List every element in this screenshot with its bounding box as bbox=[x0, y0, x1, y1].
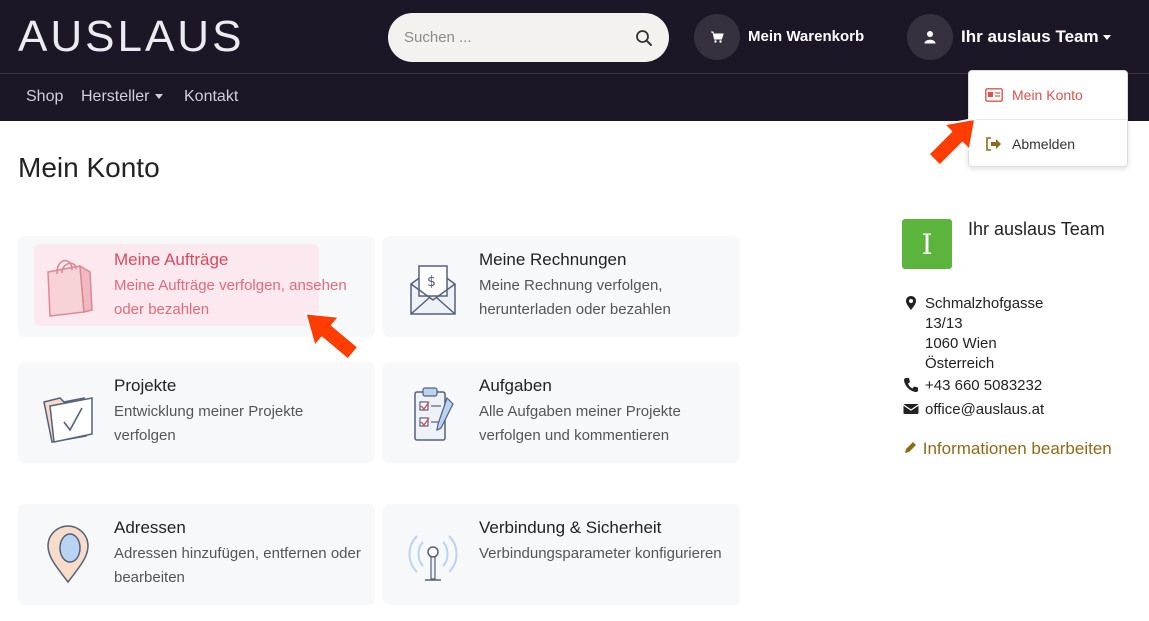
edit-info-label: Informationen bearbeiten bbox=[922, 439, 1112, 458]
envelope-icon bbox=[903, 404, 919, 414]
id-card-icon bbox=[985, 88, 1003, 102]
card-title: Verbindung & Sicherheit bbox=[479, 518, 662, 537]
user-menu-label: Ihr auslaus Team bbox=[961, 27, 1099, 46]
site-logo[interactable]: AUSLAUS bbox=[18, 12, 244, 62]
svg-text:$: $ bbox=[427, 274, 436, 290]
user-menu-toggle[interactable]: Ihr auslaus Team bbox=[961, 27, 1111, 47]
nav-item-shop[interactable]: Shop bbox=[26, 88, 63, 106]
shopping-bag-icon bbox=[47, 259, 93, 317]
clipboard-tasks-icon bbox=[414, 387, 454, 441]
address-street: Schmalzhofgasse bbox=[925, 295, 1044, 312]
card-aufgaben[interactable]: Aufgaben Alle Aufgaben meiner Projekte v… bbox=[383, 362, 740, 463]
nav-item-hersteller-label: Hersteller bbox=[81, 88, 150, 105]
search-input[interactable] bbox=[388, 13, 628, 62]
card-description: Entwicklung meiner Projekte verfolgen bbox=[114, 403, 304, 444]
card-description: Meine Rechnung verfolgen, herunterladen … bbox=[479, 277, 671, 318]
annotation-arrow-icon bbox=[304, 312, 360, 361]
user-dropdown-menu: Mein Konto Abmelden bbox=[968, 70, 1128, 167]
card-projekte[interactable]: Projekte Entwicklung meiner Projekte ver… bbox=[18, 362, 375, 463]
folder-check-icon bbox=[43, 397, 93, 443]
card-description: Adressen hinzufügen, entfernen oder bear… bbox=[114, 545, 361, 586]
chevron-down-icon bbox=[155, 94, 164, 100]
card-meine-rechnungen[interactable]: $ Meine Rechnungen Meine Rechnung verfol… bbox=[383, 236, 740, 337]
card-title: Projekte bbox=[114, 376, 177, 395]
card-title: Aufgaben bbox=[479, 376, 552, 395]
address-country: Österreich bbox=[925, 355, 995, 372]
pencil-icon bbox=[905, 442, 916, 453]
address-city: 1060 Wien bbox=[925, 335, 997, 352]
annotation-arrow-icon bbox=[927, 117, 977, 167]
menu-item-label: Abmelden bbox=[1012, 135, 1076, 152]
chevron-down-icon bbox=[1102, 35, 1111, 41]
card-description: Alle Aufgaben meiner Projekte verfolgen … bbox=[479, 403, 681, 444]
cart-icon bbox=[711, 31, 724, 43]
edit-info-link[interactable]: Informationen bearbeiten bbox=[903, 439, 1112, 459]
cart-button[interactable] bbox=[694, 14, 740, 60]
card-title: Meine Rechnungen bbox=[479, 250, 627, 269]
nav-item-kontakt[interactable]: Kontakt bbox=[184, 88, 238, 106]
menu-item-mein-konto[interactable]: Mein Konto bbox=[969, 71, 1127, 119]
address-street2: 13/13 bbox=[925, 315, 963, 332]
map-pin-icon bbox=[47, 525, 89, 584]
profile-phone: +43 660 5083232 bbox=[925, 377, 1043, 394]
nav-item-hersteller[interactable]: Hersteller bbox=[81, 88, 164, 106]
sign-out-icon bbox=[986, 136, 1001, 151]
cart-label[interactable]: Mein Warenkorb bbox=[748, 28, 864, 45]
profile-email[interactable]: office@auslaus.at bbox=[925, 401, 1044, 418]
search-icon[interactable] bbox=[635, 29, 653, 47]
card-title: Meine Aufträge bbox=[114, 250, 229, 269]
card-adressen[interactable]: Adressen Adressen hinzufügen, entfernen … bbox=[18, 504, 375, 605]
menu-item-abmelden[interactable]: Abmelden bbox=[969, 119, 1127, 167]
page-title: Mein Konto bbox=[18, 152, 160, 183]
invoice-envelope-icon: $ bbox=[410, 265, 456, 315]
menu-item-label: Mein Konto bbox=[1012, 87, 1083, 103]
profile-name: Ihr auslaus Team bbox=[968, 219, 1105, 239]
profile-avatar: I bbox=[902, 219, 952, 269]
user-icon bbox=[924, 31, 936, 44]
antenna-signal-icon bbox=[408, 535, 458, 581]
search-bar bbox=[388, 13, 669, 62]
user-avatar-button[interactable] bbox=[907, 14, 953, 60]
card-title: Adressen bbox=[114, 518, 186, 537]
card-verbindung-sicherheit[interactable]: Verbindung & Sicherheit Verbindungsparam… bbox=[383, 504, 740, 605]
map-marker-icon bbox=[906, 296, 916, 310]
phone-icon bbox=[904, 378, 918, 392]
card-description: Verbindungsparameter konfigurieren bbox=[479, 545, 722, 562]
